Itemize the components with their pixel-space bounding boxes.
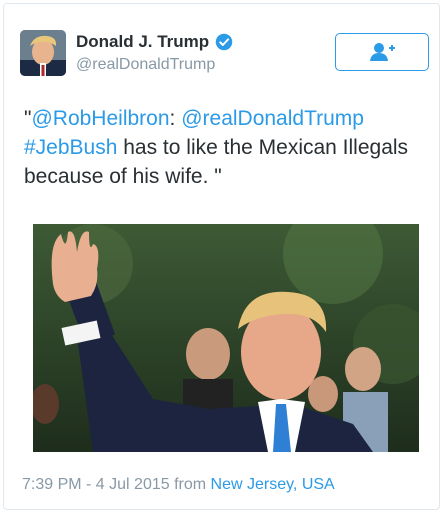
- colon: :: [169, 107, 182, 130]
- photo-image: [33, 224, 419, 452]
- mention-link-robheilbron[interactable]: @RobHeilbron: [31, 107, 169, 130]
- timestamp[interactable]: 7:39 PM - 4 Jul 2015: [22, 476, 170, 493]
- add-user-icon: [370, 43, 395, 61]
- tweet-photo[interactable]: [33, 224, 419, 452]
- avatar-photo: [20, 30, 66, 76]
- name-row: Donald J. Trump: [76, 32, 233, 52]
- user-avatar[interactable]: [20, 30, 66, 76]
- tweet-card: Donald J. Trump @realDonaldTrump "@RobHe…: [3, 3, 440, 510]
- user-handle[interactable]: @realDonaldTrump: [76, 56, 215, 74]
- verified-badge-icon: [215, 33, 233, 51]
- mention-link-realdonaldtrump[interactable]: @realDonaldTrump: [181, 107, 364, 130]
- tweet-meta: 7:39 PM - 4 Jul 2015 from New Jersey, US…: [22, 476, 335, 494]
- display-name[interactable]: Donald J. Trump: [76, 32, 209, 52]
- from-label: from: [169, 476, 211, 493]
- hashtag-link-jebbush[interactable]: #JebBush: [24, 136, 117, 159]
- follow-button[interactable]: [335, 33, 429, 71]
- tweet-text: "@RobHeilbron: @realDonaldTrump #JebBush …: [24, 104, 429, 191]
- place-link[interactable]: New Jersey, USA: [211, 476, 335, 493]
